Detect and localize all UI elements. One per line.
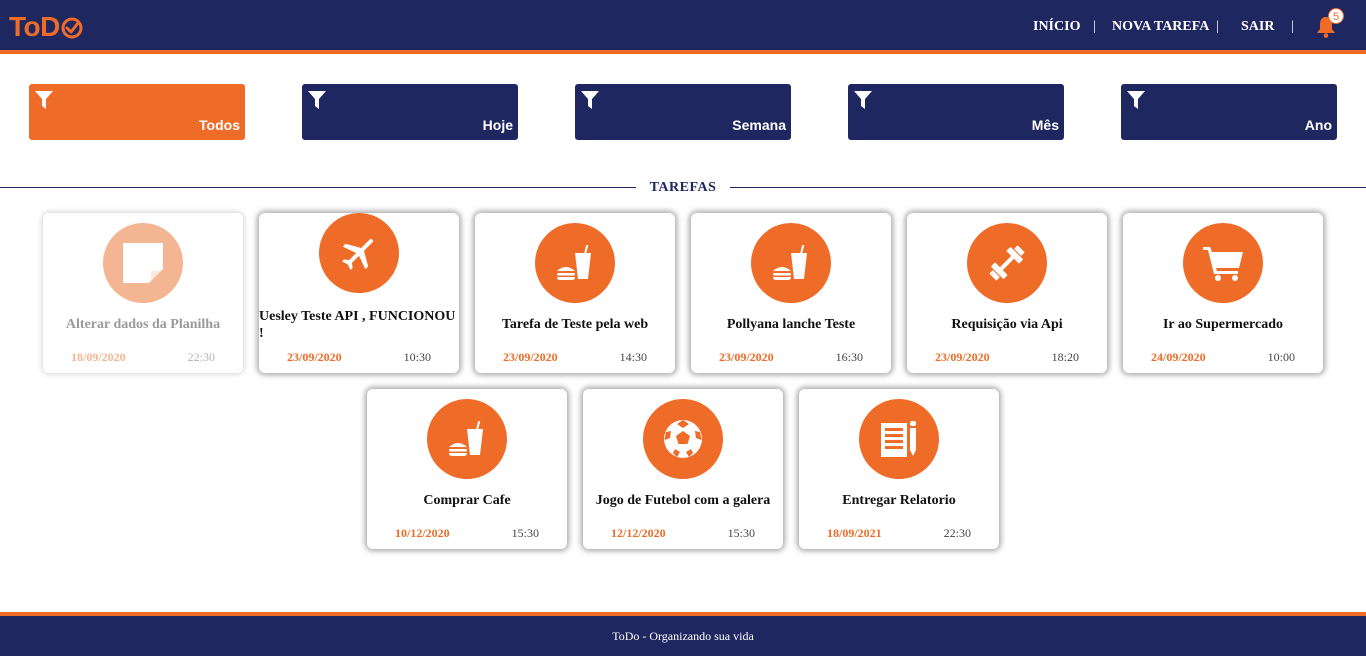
food-drink-icon [773,244,807,280]
task-time: 10:30 [403,350,431,364]
task-title: Uesley Teste API , FUNCIONOU ! [259,309,456,341]
filter-icon [1127,91,1145,109]
task-icon-circle [427,399,507,479]
task-date: 12/12/2020 [611,526,666,540]
filter-icon [581,91,599,109]
task-time: 14:30 [619,350,647,364]
shopping-cart-icon [1203,247,1243,281]
filter-todos-button[interactable]: Todos [29,84,245,140]
filter-label: Semana [732,117,786,133]
task-icon-circle [859,399,939,479]
section-divider [730,187,1366,188]
task-card[interactable]: Tarefa de Teste pela web 23/09/2020 14:3… [475,213,675,373]
task-card[interactable]: Comprar Cafe 10/12/2020 15:30 [367,389,567,549]
task-icon-circle [967,223,1047,303]
nav-inicio-link[interactable]: INÍCIO [1033,19,1080,35]
section-divider [0,187,636,188]
task-date: 23/09/2020 [503,350,558,364]
footer: ToDo - Organizando sua vida [0,612,1366,656]
task-time: 18:20 [1051,350,1079,364]
filter-label: Mês [1031,117,1059,133]
task-title: Comprar Cafe [423,493,511,508]
footer-text: ToDo - Organizando sua vida [612,629,754,643]
nav-menu: INÍCIO | NOVA TAREFA | SAIR | [0,19,1366,39]
nav-separator: | [1093,19,1096,34]
filter-ano-button[interactable]: Ano [1121,84,1337,140]
food-drink-icon [557,244,591,280]
task-date: 23/09/2020 [719,350,774,364]
task-time: 22:30 [943,526,971,540]
task-card[interactable]: Pollyana lanche Teste 23/09/2020 16:30 [691,213,891,373]
top-navbar: ToD INÍCIO | NOVA TAREFA | SAIR | 5 [0,0,1366,54]
soccer-ball-icon [664,420,702,458]
sticky-note-icon [123,243,163,283]
task-date: 18/09/2021 [827,526,882,540]
task-time: 15:30 [511,526,539,540]
task-card[interactable]: Uesley Teste API , FUNCIONOU ! 23/09/202… [259,213,459,373]
filter-label: Hoje [482,117,513,133]
task-date: 10/12/2020 [395,526,450,540]
task-title: Requisição via Api [951,317,1063,332]
task-time: 10:00 [1267,350,1295,364]
task-time: 22:30 [187,350,215,364]
task-icon-circle [1183,223,1263,303]
filter-icon [854,91,872,109]
filter-icon [308,91,326,109]
filter-label: Todos [199,117,240,133]
task-card[interactable]: Requisição via Api 23/09/2020 18:20 [907,213,1107,373]
filter-icon [35,91,53,109]
task-icon-circle [319,213,399,293]
filter-hoje-button[interactable]: Hoje [302,84,518,140]
task-time: 15:30 [727,526,755,540]
task-date: 18/09/2020 [71,350,126,364]
task-card[interactable]: Jogo de Futebol com a galera 12/12/2020 … [583,389,783,549]
task-title: Ir ao Supermercado [1162,317,1284,332]
task-card[interactable]: Entregar Relatorio 18/09/2021 22:30 [799,389,999,549]
nav-nova-tarefa-link[interactable]: NOVA TAREFA [1112,19,1209,35]
task-card[interactable]: Alterar dados da Planilha 18/09/2020 22:… [43,213,243,373]
filter-semana-button[interactable]: Semana [575,84,791,140]
notification-count-badge: 5 [1328,8,1344,24]
filter-mes-button[interactable]: Mês [848,84,1064,140]
nav-separator: | [1291,19,1294,34]
task-icon-circle [751,223,831,303]
task-title: Jogo de Futebol com a galera [595,493,771,508]
task-date: 23/09/2020 [935,350,990,364]
food-drink-icon [449,420,483,456]
task-time: 16:30 [835,350,863,364]
task-date: 24/09/2020 [1151,350,1206,364]
task-icon-circle [535,223,615,303]
section-title: TAREFAS [649,180,717,195]
plane-icon [342,238,374,270]
dumbbell-icon [989,245,1025,281]
nav-sair-link[interactable]: SAIR [1241,19,1274,35]
task-title: Alterar dados da Planilha [65,317,221,332]
task-icon-circle [643,399,723,479]
task-date: 23/09/2020 [287,350,342,364]
task-icon-circle [103,223,183,303]
task-title: Pollyana lanche Teste [726,317,856,332]
task-title: Entregar Relatorio [842,493,956,508]
task-title: Tarefa de Teste pela web [501,317,649,332]
report-icon [881,421,916,457]
nav-separator: | [1216,19,1219,34]
task-card[interactable]: Ir ao Supermercado 24/09/2020 10:00 [1123,213,1323,373]
filter-label: Ano [1304,117,1332,133]
